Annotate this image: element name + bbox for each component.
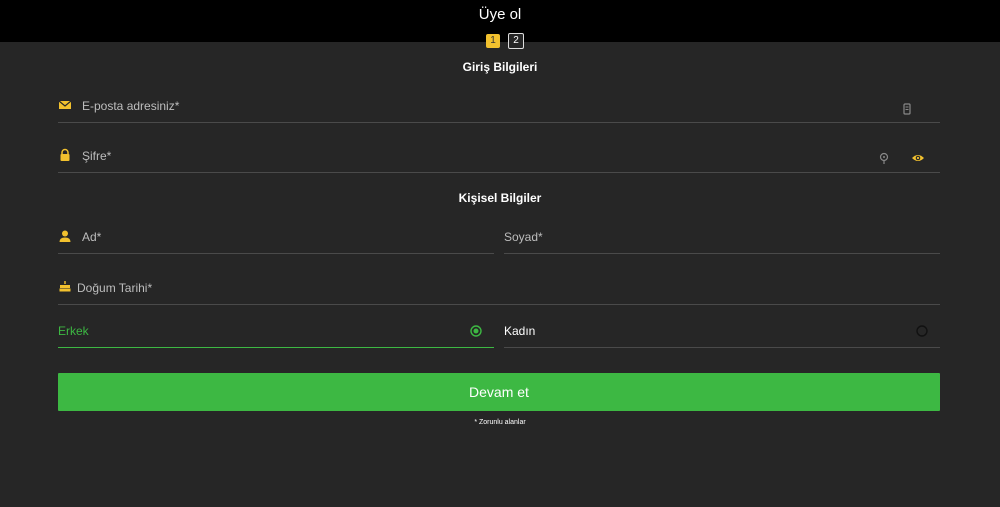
password-label: Şifre* <box>82 149 112 163</box>
gender-option-kadin[interactable]: Kadın <box>504 318 940 348</box>
step-1[interactable]: 1 <box>486 34 500 48</box>
page-title: Üye ol <box>478 6 522 23</box>
lock-icon <box>60 148 70 161</box>
step-indicator: 1 2 <box>486 33 524 49</box>
section-title-personal: Kişisel Bilgiler <box>458 191 542 205</box>
radio-unchecked-icon[interactable] <box>915 324 929 338</box>
first-name-field[interactable]: Ad* <box>58 224 494 254</box>
continue-button[interactable]: Devam et <box>58 373 940 411</box>
gender-option-erkek[interactable]: Erkek <box>58 318 494 348</box>
email-label: E-posta adresiniz* <box>82 99 180 113</box>
eye-icon[interactable] <box>911 151 925 165</box>
envelope-icon <box>58 100 72 109</box>
step-2[interactable]: 2 <box>508 33 524 49</box>
last-name-field[interactable]: Soyad* <box>504 224 940 254</box>
required-fields-note: * Zorunlu alanlar <box>474 419 526 426</box>
gender-erkek-label: Erkek <box>58 324 89 338</box>
cake-icon <box>59 281 71 292</box>
password-field[interactable]: Şifre* <box>58 143 940 173</box>
first-name-label: Ad* <box>82 230 102 244</box>
gender-kadin-label: Kadın <box>504 324 536 338</box>
key-icon[interactable] <box>877 151 891 165</box>
birth-date-label: Doğum Tarihi* <box>77 281 153 295</box>
radio-checked-icon[interactable] <box>469 324 483 338</box>
birth-date-field[interactable]: Doğum Tarihi* <box>58 275 940 305</box>
document-icon <box>903 103 911 115</box>
section-title-login: Giriş Bilgileri <box>462 60 538 74</box>
email-field[interactable]: E-posta adresiniz* <box>58 93 940 123</box>
last-name-label: Soyad* <box>504 230 543 244</box>
user-icon <box>59 230 71 242</box>
